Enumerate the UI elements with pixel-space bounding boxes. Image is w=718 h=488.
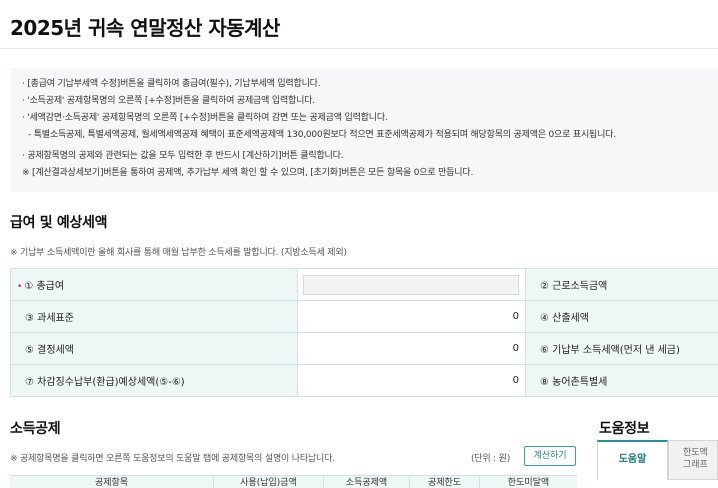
deduction-section-title: 소득공제: [10, 421, 61, 437]
column-header: 소득공제액: [324, 476, 410, 488]
unit-label: (단위 : 원): [471, 454, 511, 464]
instruction-line: · '세액감면·소득공제' 공제항목명의 오른쪽 [+수정]버튼을 클릭하여 감…: [22, 113, 388, 123]
instruction-line: ※ [계산결과상세보기]버튼을 통하여 공제액, 추가납부 세액 확인 할 수 …: [22, 168, 474, 178]
help-section-title: 도움정보: [599, 421, 650, 437]
tab-help[interactable]: 도움말: [597, 440, 668, 480]
help-tabs: 도움말 한도액 그래프: [597, 440, 718, 480]
column-header: 공제항목: [10, 476, 214, 488]
instruction-line: · [총급여 기납부세액 수정]버튼을 클릭하여 총급여(필수), 기납부세액 …: [22, 79, 321, 89]
tax-base-label: ③ 과세표준: [10, 300, 298, 333]
expected-refund-value: 0: [297, 364, 526, 397]
table-row: ⑦ 차감징수납부(환급)예상세액(⑤-⑥) 0 ⑧ 농어촌특별세: [10, 364, 718, 397]
expected-refund-label: ⑦ 차감징수납부(환급)예상세액(⑤-⑥): [10, 364, 298, 397]
instructions-box: · [총급여 기납부세액 수정]버튼을 클릭하여 총급여(필수), 기납부세액 …: [10, 68, 718, 192]
row-label: ① 총급여: [24, 281, 65, 292]
deduction-table-header: 공제항목 사용(납입)금액 소득공제액 공제한도 한도미달액: [10, 475, 577, 488]
required-mark: •: [17, 282, 23, 292]
table-row: ③ 과세표준 0 ④ 산출세액: [10, 300, 718, 333]
determined-tax-label: ⑤ 결정세액: [10, 332, 298, 365]
tax-base-value: 0: [297, 300, 526, 333]
calculate-button[interactable]: 계산하기: [524, 446, 576, 466]
instruction-line: - 특별소득공제, 특별세액공제, 월세액세액공제 혜택이 표준세액공제액 13…: [28, 130, 616, 140]
gross-salary-input[interactable]: [303, 274, 519, 295]
gross-salary-label[interactable]: • ① 총급여: [10, 268, 298, 301]
prepaid-tax-label: ⑥ 기납부 소득세액(먼저 낸 세금): [525, 332, 718, 365]
page-title: 2025년 귀속 연말정산 자동계산: [10, 16, 280, 40]
column-header: 한도미달액: [507, 478, 550, 488]
title-divider: [0, 48, 718, 49]
determined-tax-value: 0: [297, 332, 526, 365]
column-header: 공제한도: [410, 476, 480, 488]
gross-salary-cell: [297, 268, 526, 301]
rural-special-tax-label: ⑧ 농어촌특별세: [525, 364, 718, 397]
earned-income-label: ② 근로소득금액: [525, 268, 718, 301]
salary-section-title: 급여 및 예상세액: [10, 215, 108, 231]
table-row: ⑤ 결정세액 0 ⑥ 기납부 소득세액(먼저 낸 세금): [10, 332, 718, 365]
salary-note: ※ 기납부 소득세액이란 올해 회사를 통해 매월 납부한 소득세를 말합니다.…: [10, 248, 347, 258]
instruction-line: · 공제항목명의 공제와 관련되는 값을 모두 입력한 후 반드시 [계산하기]…: [22, 151, 344, 161]
tab-limit-graph[interactable]: 한도액 그래프: [668, 440, 718, 480]
table-row: • ① 총급여 ② 근로소득금액: [10, 268, 718, 301]
deduction-note: ※ 공제항목명을 클릭하면 오른쪽 도움정보의 도움말 탭에 공제항목의 설명이…: [10, 454, 335, 464]
column-header: 사용(납입)금액: [214, 476, 324, 488]
computed-tax-label: ④ 산출세액: [525, 300, 718, 333]
instruction-line: · '소득공제' 공제항목명의 오른쪽 [+수정]버튼을 클릭하여 공제금액 입…: [22, 96, 315, 106]
salary-tax-table: • ① 총급여 ② 근로소득금액 ③ 과세표준 0 ④ 산출세액 ⑤ 결정세액 0…: [10, 268, 718, 397]
